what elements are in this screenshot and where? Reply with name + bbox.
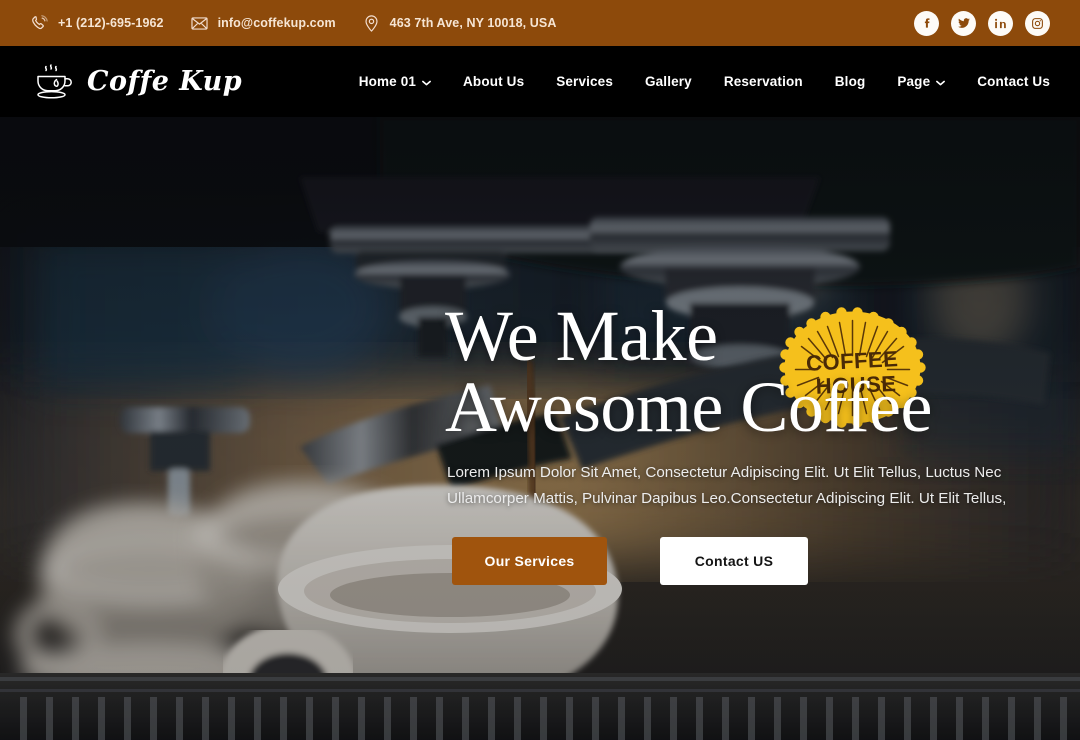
- hero-section: COFFEE HOUSE We Make Awesome Coffee Lore…: [0, 117, 1080, 740]
- coffee-cup-icon: [30, 61, 78, 103]
- nav-label: About Us: [463, 74, 525, 89]
- phone-number-text: +1 (212)-695-1962: [58, 16, 164, 30]
- nav-label: Gallery: [644, 74, 692, 89]
- nav-item-gallery[interactable]: Gallery: [629, 74, 708, 89]
- hero-heading-line-2: Awesome Coffee: [445, 367, 932, 448]
- nav-item-home-01[interactable]: Home 01: [343, 74, 447, 89]
- landing-page: +1 (212)-695-1962 info@coffekup.com 463 …: [0, 0, 1080, 740]
- top-info-bar: +1 (212)-695-1962 info@coffekup.com 463 …: [0, 0, 1080, 46]
- nav-item-page[interactable]: Page: [881, 74, 961, 89]
- site-logo-text: Coffe Kup: [87, 66, 243, 97]
- map-pin-icon: [362, 14, 381, 33]
- hero-heading-line-1: We Make: [445, 296, 718, 376]
- nav-item-contact-us[interactable]: Contact Us: [961, 74, 1050, 89]
- contact-us-button[interactable]: Contact US: [660, 537, 808, 585]
- nav-item-reservation[interactable]: Reservation: [708, 74, 819, 89]
- nav-label: Home 01: [358, 74, 417, 89]
- phone-contact-item[interactable]: +1 (212)-695-1962: [30, 14, 164, 33]
- hero-heading: We Make Awesome Coffee: [445, 300, 1065, 448]
- chevron-down-icon: [422, 74, 431, 89]
- main-navigation: Home 01 About Us Services Gallery Reserv…: [343, 74, 1050, 89]
- contact-info-group: +1 (212)-695-1962 info@coffekup.com 463 …: [30, 14, 914, 33]
- nav-label: Contact Us: [977, 74, 1050, 89]
- chevron-down-icon: [936, 74, 946, 89]
- site-logo[interactable]: Coffe Kup: [30, 61, 242, 103]
- nav-item-blog[interactable]: Blog: [819, 74, 882, 89]
- nav-item-services[interactable]: Services: [540, 74, 629, 89]
- facebook-icon[interactable]: [914, 10, 939, 36]
- phone-icon: [30, 14, 49, 33]
- address-text: 463 7th Ave, NY 10018, USA: [389, 16, 557, 30]
- nav-label: Services: [556, 74, 613, 89]
- site-header: Coffe Kup Home 01 About Us Services Gall…: [0, 46, 1080, 117]
- linkedin-icon[interactable]: [988, 10, 1013, 36]
- envelope-icon: [190, 14, 209, 33]
- nav-label: Page: [897, 74, 931, 89]
- our-services-button[interactable]: Our Services: [452, 537, 607, 585]
- hero-subtitle: Lorem Ipsum Dolor Sit Amet, Consectetur …: [447, 464, 1007, 508]
- nav-item-about-us[interactable]: About Us: [447, 74, 540, 89]
- nav-label: Blog: [834, 74, 866, 89]
- address-contact-item[interactable]: 463 7th Ave, NY 10018, USA: [362, 14, 557, 33]
- instagram-icon[interactable]: [1025, 10, 1050, 36]
- hero-content: We Make Awesome Coffee Lorem Ipsum Dolor…: [0, 117, 1080, 740]
- email-address-text: info@coffekup.com: [217, 16, 336, 30]
- twitter-icon[interactable]: [951, 10, 976, 36]
- email-contact-item[interactable]: info@coffekup.com: [190, 14, 336, 33]
- nav-label: Reservation: [723, 74, 803, 89]
- social-links-group: [914, 10, 1050, 36]
- hero-button-group: Our Services Contact US: [452, 537, 808, 585]
